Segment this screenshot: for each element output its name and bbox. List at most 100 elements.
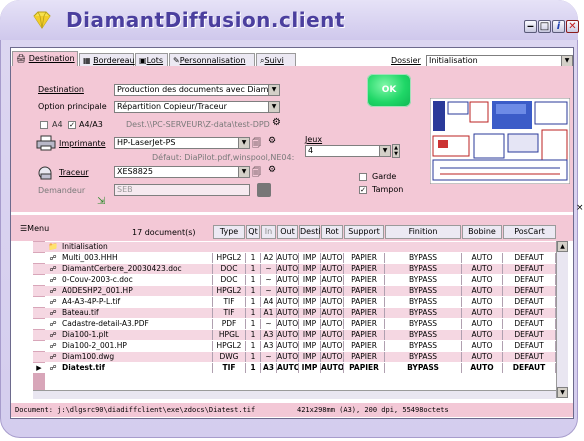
table-row[interactable]: ☍ A0DESHP2_001.HP HPGL2 1 ~ AUTO IMP AUTO PAPIER… [33, 286, 566, 296]
cell-out: AUTO [277, 341, 299, 351]
cell-qt: 1 [246, 341, 261, 351]
cell-rot: AUTO [321, 297, 344, 307]
horizontal-scrollbar[interactable] [33, 390, 556, 399]
tab-personnalisation[interactable]: ✎Personnalisation [169, 53, 255, 66]
tab-lots[interactable]: ▣Lots [135, 53, 168, 66]
column-header-type[interactable]: Type [213, 225, 245, 239]
cell-out: AUTO [277, 308, 299, 318]
close-button[interactable]: ✕ [566, 20, 579, 33]
a4a3-label: A4/A3 [79, 120, 103, 129]
cell-desti: IMP [299, 275, 321, 285]
cell-desti: IMP [299, 253, 321, 263]
column-header-support[interactable]: Support [344, 225, 384, 239]
column-header-bobine[interactable]: Bobine [462, 225, 502, 239]
cell-name: A0DESHP2_001.HP [59, 286, 213, 296]
tab-bordereau[interactable]: ▦ Bordereau [79, 53, 135, 66]
column-header-rot[interactable]: Rot [321, 225, 343, 239]
cell-bobine: AUTO [462, 363, 503, 373]
table-row[interactable]: ☍ Dia100-1.plt HPGL 1 A3 AUTO IMP AUTO PAPIER BYP… [33, 330, 566, 340]
column-header-desti[interactable]: Desti [299, 225, 321, 239]
cell-bobine: AUTO [462, 275, 503, 285]
column-header-finition[interactable]: Finition [385, 225, 461, 239]
table-row[interactable]: ☍ DiamantCerbere_20030423.doc DOC 1 ~ AUTO IMP… [33, 264, 566, 274]
printer-settings-icon[interactable]: ⚙ [268, 136, 276, 146]
ok-button[interactable]: OK [367, 74, 411, 107]
traceur-settings-icon[interactable]: ⚙ [268, 165, 276, 175]
scroll-up-button[interactable]: ▲ [557, 241, 568, 252]
app-window: DiamantDiffusion.client ‒ □ i ✕ 🖨 Destin… [0, 0, 584, 441]
document-icon: ☍ [49, 353, 57, 361]
document-icon: ☍ [49, 254, 57, 262]
cell-desti: IMP [299, 297, 321, 307]
folder-row[interactable]: 📁 Initialisation [33, 242, 566, 252]
table-row[interactable]: ☍ Cadastre-detail-A3.PDF PDF 1 ~ AUTO IMP AUTO P… [33, 319, 566, 329]
cell-poscart: DEFAUT [503, 297, 556, 307]
cell-type: DOC [213, 275, 246, 285]
cell-poscart: DEFAUT [503, 341, 556, 351]
default-printer-text: Défaut: DiaPilot.pdf,winspool,NE04: [152, 153, 295, 162]
tab-suivi[interactable]: ⌕Suivi [256, 53, 296, 66]
cell-support: PAPIER [344, 352, 385, 362]
imprimante-select[interactable]: HP-LaserJet-PS ▼ [114, 137, 250, 149]
scroll-down-button[interactable]: ▼ [557, 387, 568, 398]
cell-qt: 1 [246, 352, 261, 362]
a4-label: A4 [52, 120, 63, 129]
info-button[interactable]: i [552, 20, 565, 33]
table-row[interactable]: ☍ Diam100.dwg DWG 1 ~ AUTO IMP AUTO PAPIER BYPASS… [33, 352, 566, 362]
cell-in: A4 [261, 297, 277, 307]
a4-checkbox[interactable] [40, 121, 48, 129]
cell-bobine: AUTO [462, 330, 503, 340]
jeux-select[interactable]: 4 ▼ [305, 145, 391, 157]
cell-bobine: AUTO [462, 286, 503, 296]
menu-button[interactable]: ☰Menu [20, 224, 49, 233]
column-header-poscart[interactable]: PosCart [503, 225, 556, 239]
chevron-down-icon: ▼ [238, 138, 249, 148]
tab-destination[interactable]: 🖨 Destination [12, 51, 78, 67]
jeux-spinner[interactable]: ▲ ▼ [392, 144, 400, 158]
cell-type: HPGL [213, 330, 246, 340]
demandeur-field[interactable]: SEB [114, 184, 250, 196]
column-header-in[interactable]: In [261, 225, 276, 239]
cell-type: TIF [213, 363, 246, 373]
cell-desti: IMP [299, 341, 321, 351]
cell-type: DWG [213, 352, 246, 362]
cell-out: AUTO [277, 297, 299, 307]
cell-type: TIF [213, 297, 246, 307]
close-preview-icon[interactable]: × [576, 203, 584, 213]
cell-name: Dia100-2_001.HP [59, 341, 213, 351]
traceur-select[interactable]: XES8825 ▼ [114, 166, 250, 178]
cell-finition: BYPASS [385, 363, 462, 373]
cell-support: PAPIER [344, 319, 385, 329]
cell-rot: AUTO [321, 352, 344, 362]
table-row[interactable]: ☍ 0-Couv-2003-c.doc DOC 1 ~ AUTO IMP AUTO PAPIER… [33, 275, 566, 285]
column-header-out[interactable]: Out [277, 225, 298, 239]
cell-rot: AUTO [321, 308, 344, 318]
cell-desti: IMP [299, 264, 321, 274]
garde-checkbox[interactable] [359, 173, 367, 181]
cell-finition: BYPASS [385, 341, 462, 351]
traceur-properties-icon[interactable]: 🗐 [252, 165, 261, 181]
printer-icon [36, 135, 56, 151]
column-header-qt[interactable]: Qt [246, 225, 260, 239]
destination-select[interactable]: Production des documents avec DiamantD ▼ [114, 84, 280, 96]
maximize-button[interactable]: □ [538, 20, 551, 33]
option-principale-label: Option principale [38, 102, 107, 111]
cell-out: AUTO [277, 319, 299, 329]
cell-name: DiamantCerbere_20030423.doc [59, 264, 213, 274]
option-principale-select[interactable]: Répartition Copieur/Traceur ▼ [114, 101, 280, 113]
document-icon: ☍ [49, 298, 57, 306]
demandeur-lookup-button[interactable] [257, 183, 271, 197]
cell-poscart: DEFAUT [503, 319, 556, 329]
table-row[interactable]: ☍ Diatest.tif TIF 1 A3 AUTO IMP AUTO PAPIER BYPAS… [33, 363, 566, 373]
table-row[interactable]: ☍ Multi_003.HHH HPGL2 1 A2 AUTO IMP AUTO PAPIER B… [33, 253, 566, 263]
printer-properties-icon[interactable]: 🗐 [252, 136, 261, 152]
arrow-import-icon[interactable]: ⇲ [97, 196, 105, 207]
minimize-button[interactable]: ‒ [524, 20, 537, 33]
tampon-checkbox[interactable]: ✓ [359, 186, 367, 194]
table-row[interactable]: ☍ Bateau.tif TIF 1 A1 AUTO IMP AUTO PAPIER BYPASS… [33, 308, 566, 318]
cell-name: Diam100.dwg [59, 352, 213, 362]
grid-scrollbar[interactable]: ▲ ▼ [556, 241, 568, 398]
table-row[interactable]: ☍ Dia100-2_001.HP HPGL2 1 A3 AUTO IMP AUTO PAPIE… [33, 341, 566, 351]
table-row[interactable]: ☍ A4-A3-4P-P-L.tif TIF 1 A4 AUTO IMP AUTO PAPIER… [33, 297, 566, 307]
a4a3-checkbox[interactable]: ✓ [68, 121, 76, 129]
